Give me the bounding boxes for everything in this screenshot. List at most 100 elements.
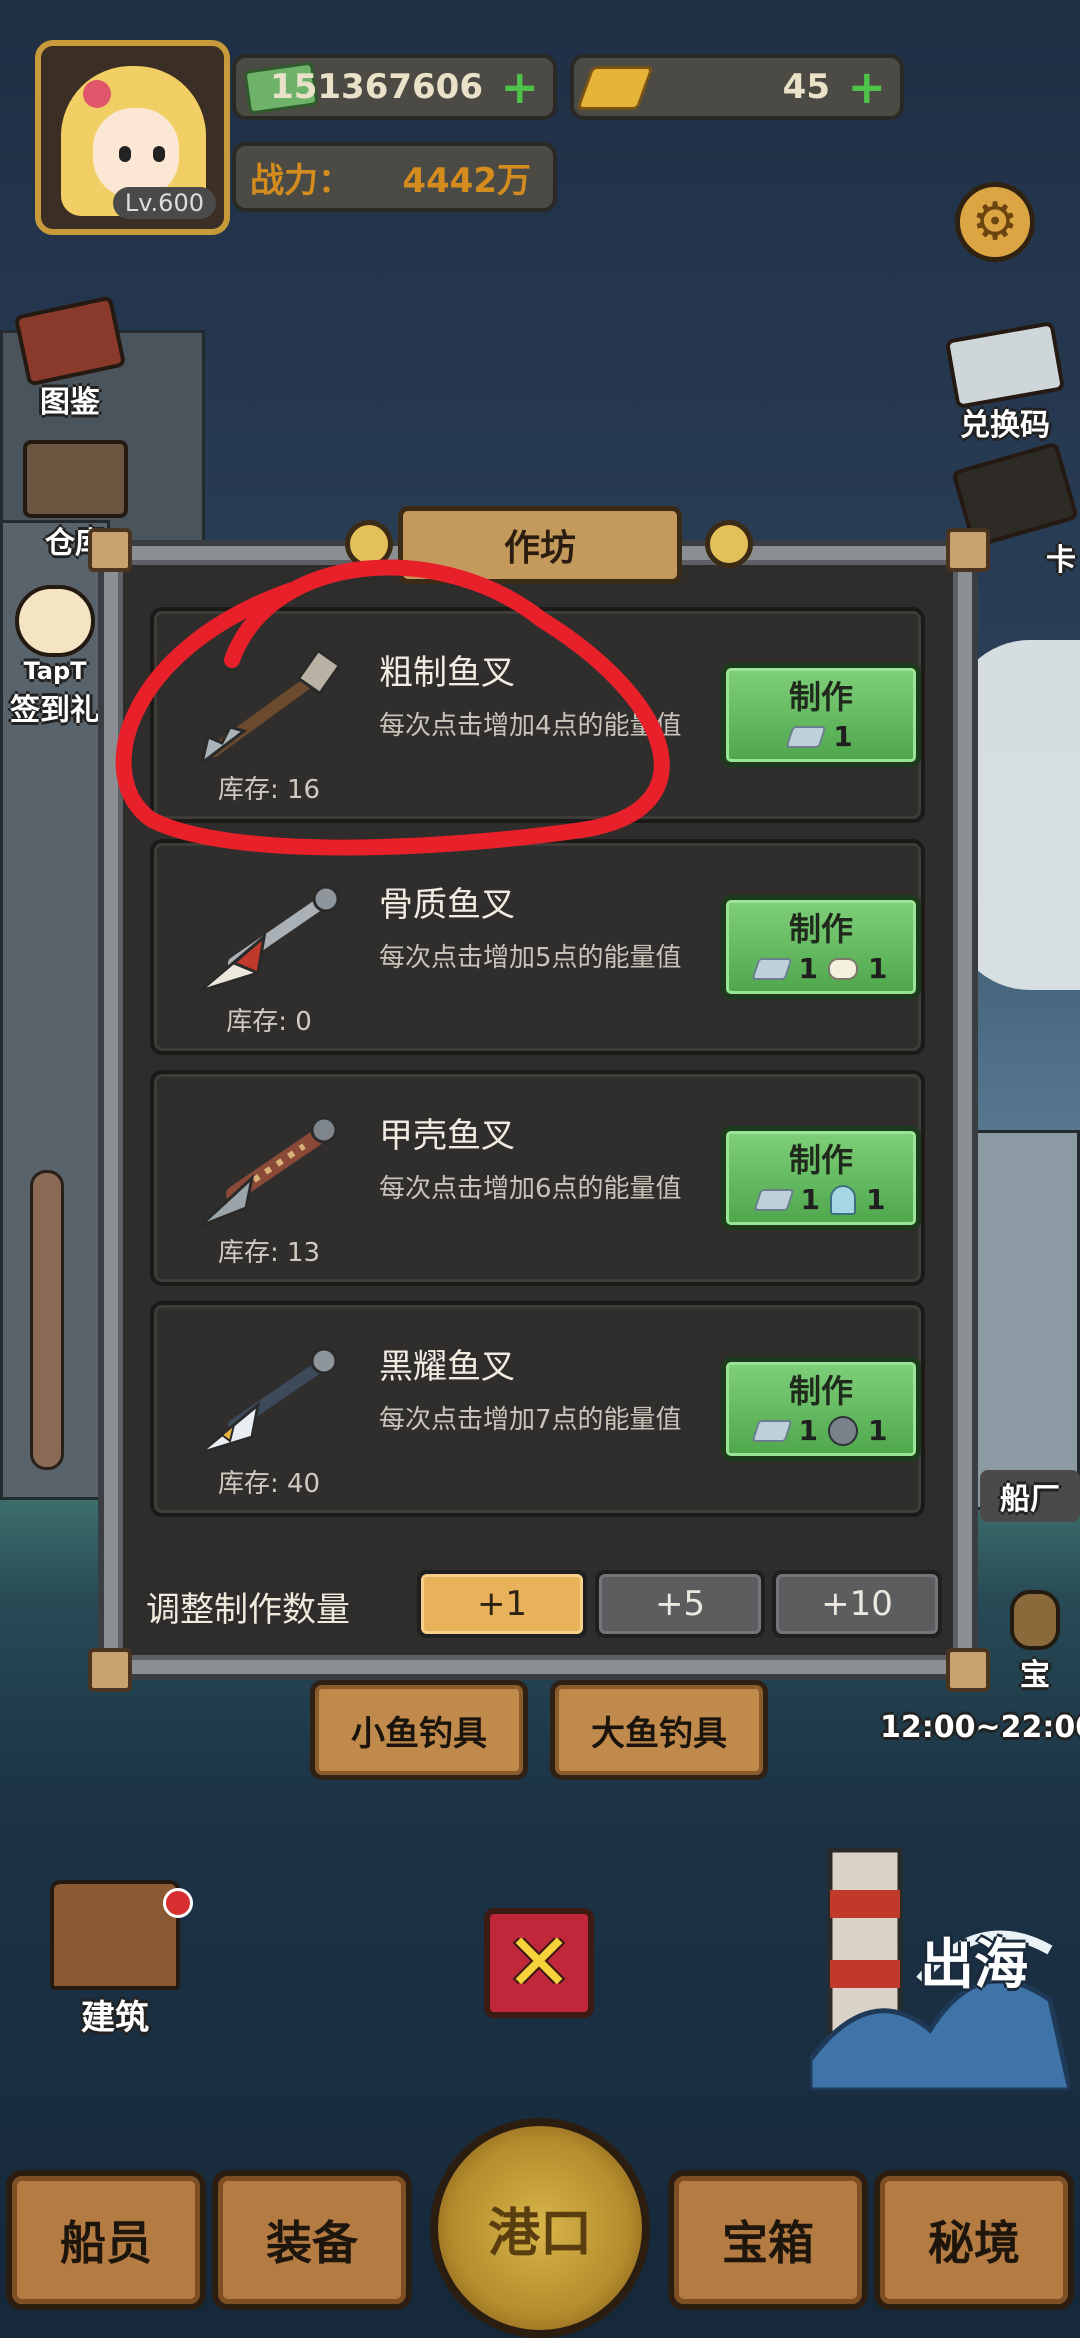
book-icon [13,295,127,387]
codex-button[interactable]: 图鉴 [10,295,130,421]
stock-count: 库存: 0 [226,1007,312,1037]
signin-gift-button[interactable]: TapT 签到礼 [0,585,110,729]
panel-corner-bolt [88,528,132,572]
quantity-plus-5-button[interactable]: +5 [595,1570,765,1638]
craft-cost: 1 1 [726,952,916,985]
warehouse-icon [22,440,128,518]
ore-icon [750,1419,793,1442]
craft-cost: 1 1 [726,1414,916,1447]
nav-secret-realm[interactable]: 秘境 [874,2170,1074,2310]
shell-harpoon-icon [198,1116,338,1228]
quantity-plus-10-button[interactable]: +10 [772,1570,942,1638]
craft-item-row: 库存: 40 黑耀鱼叉 每次点击增加7点的能量值 制作 1 1 [150,1301,925,1517]
cost-qty: 1 [798,1414,818,1447]
craft-cost: 1 [726,720,916,753]
quantity-label: 调整制作数量 [146,1590,350,1630]
ore-icon [785,725,827,748]
craft-button[interactable]: 制作 1 1 [721,1126,921,1230]
craft-button[interactable]: 制作 1 1 [721,1357,921,1461]
item-description: 每次点击增加5点的能量值 [379,943,682,973]
craft-item-row: 库存: 0 骨质鱼叉 每次点击增加5点的能量值 制作 1 1 [150,839,925,1055]
treasure-event-button[interactable]: 宝 [990,1590,1080,1694]
stock-count: 库存: 40 [217,1469,321,1499]
shell-icon [830,1184,856,1215]
item-name: 骨质鱼叉 [379,885,515,925]
item-description: 每次点击增加4点的能量值 [379,711,682,741]
add-cash-button[interactable]: + [500,64,539,110]
close-icon: ✕ [505,1916,573,2009]
power-label: 战力： [250,160,352,201]
codex-label: 图鉴 [40,385,100,420]
obsidian-harpoon-icon [199,1347,338,1455]
item-name: 粗制鱼叉 [379,653,515,693]
signin-label: 签到礼 [10,693,100,728]
gold-counter: 45 + [570,54,904,120]
cash-counter: 151367606 + [232,54,557,120]
notification-dot [163,1888,193,1918]
stock-count: 库存: 13 [217,1238,321,1268]
ore-icon [750,957,793,980]
panel-corner-bolt [946,528,990,572]
tab-big-fish-gear[interactable]: 大鱼钓具 [550,1680,768,1780]
rough-harpoon-icon [199,648,342,767]
craft-label: 制作 [788,1372,853,1410]
go-to-sea-label: 出海 [920,1933,1028,1996]
player-avatar[interactable]: Lv.600 [35,40,230,235]
cost-qty: 1 [833,720,853,753]
gold-bar-icon [575,66,655,110]
go-to-sea-button[interactable]: 出海 [807,1830,1074,2093]
shipyard-label: 船厂 [980,1470,1080,1522]
power-value: 4442万 [402,160,531,201]
item-name: 黑耀鱼叉 [379,1347,515,1387]
bone-harpoon-icon [199,885,340,993]
pipe-decoration [30,1170,64,1470]
bone-icon [828,957,858,980]
gold-value: 45 [782,67,830,107]
nav-harbor[interactable]: 港口 [430,2118,650,2338]
stock-count: 库存: 16 [217,775,321,805]
treasure-label: 宝 [1020,1658,1050,1693]
ship-structure-right [970,1130,1080,1510]
quantity-plus-1-button[interactable]: +1 [417,1570,587,1638]
workshop-title-plate: 作坊 [398,506,682,584]
craft-button[interactable]: 制作 1 1 [721,895,921,999]
craft-cost: 1 1 [726,1183,916,1216]
nav-crew[interactable]: 船员 [6,2170,206,2310]
cost-qty: 1 [868,952,888,985]
cost-qty: 1 [868,1414,888,1447]
craft-button[interactable]: 制作 1 [721,663,921,767]
nav-equipment[interactable]: 装备 [212,2170,412,2310]
event-time-range: 12:00~22:00 [880,1710,1080,1745]
item-description: 每次点击增加7点的能量值 [379,1405,682,1435]
panel-corner-bolt [88,1648,132,1692]
player-level: Lv.600 [112,187,216,219]
cost-qty: 1 [866,1183,886,1216]
workshop-title: 作坊 [503,528,576,569]
add-gold-button[interactable]: + [847,64,886,110]
taptap-label: TapT [23,657,87,685]
settings-gear-icon[interactable]: ⚙ [955,182,1035,262]
title-knob-right [705,520,753,568]
building-icon [50,1880,180,1990]
treasure-icon [1010,1590,1060,1650]
craft-label: 制作 [788,910,853,948]
taptap-icon [15,585,95,657]
item-name: 甲壳鱼叉 [379,1116,515,1156]
nav-chest[interactable]: 宝箱 [668,2170,868,2310]
redeem-code-button[interactable]: 兑换码 [930,320,1080,444]
craft-label: 制作 [788,1141,853,1179]
shipyard-button[interactable]: 船厂 [980,1470,1080,1522]
title-knob-left [345,520,393,568]
tab-small-fish-gear[interactable]: 小鱼钓具 [310,1680,528,1780]
cost-qty: 1 [798,952,818,985]
redeem-label: 兑换码 [960,408,1050,443]
ticket-icon [944,320,1066,410]
combat-power: 战力： 4442万 [232,142,557,212]
ore-icon [752,1188,795,1211]
cost-qty: 1 [800,1183,820,1216]
building-label: 建筑 [81,1998,149,2038]
craft-item-row: 库存: 16 粗制鱼叉 每次点击增加4点的能量值 制作 1 [150,607,925,823]
craft-label: 制作 [788,678,853,716]
close-button[interactable]: ✕ [484,1908,594,2018]
hair-flower-icon [83,80,111,108]
